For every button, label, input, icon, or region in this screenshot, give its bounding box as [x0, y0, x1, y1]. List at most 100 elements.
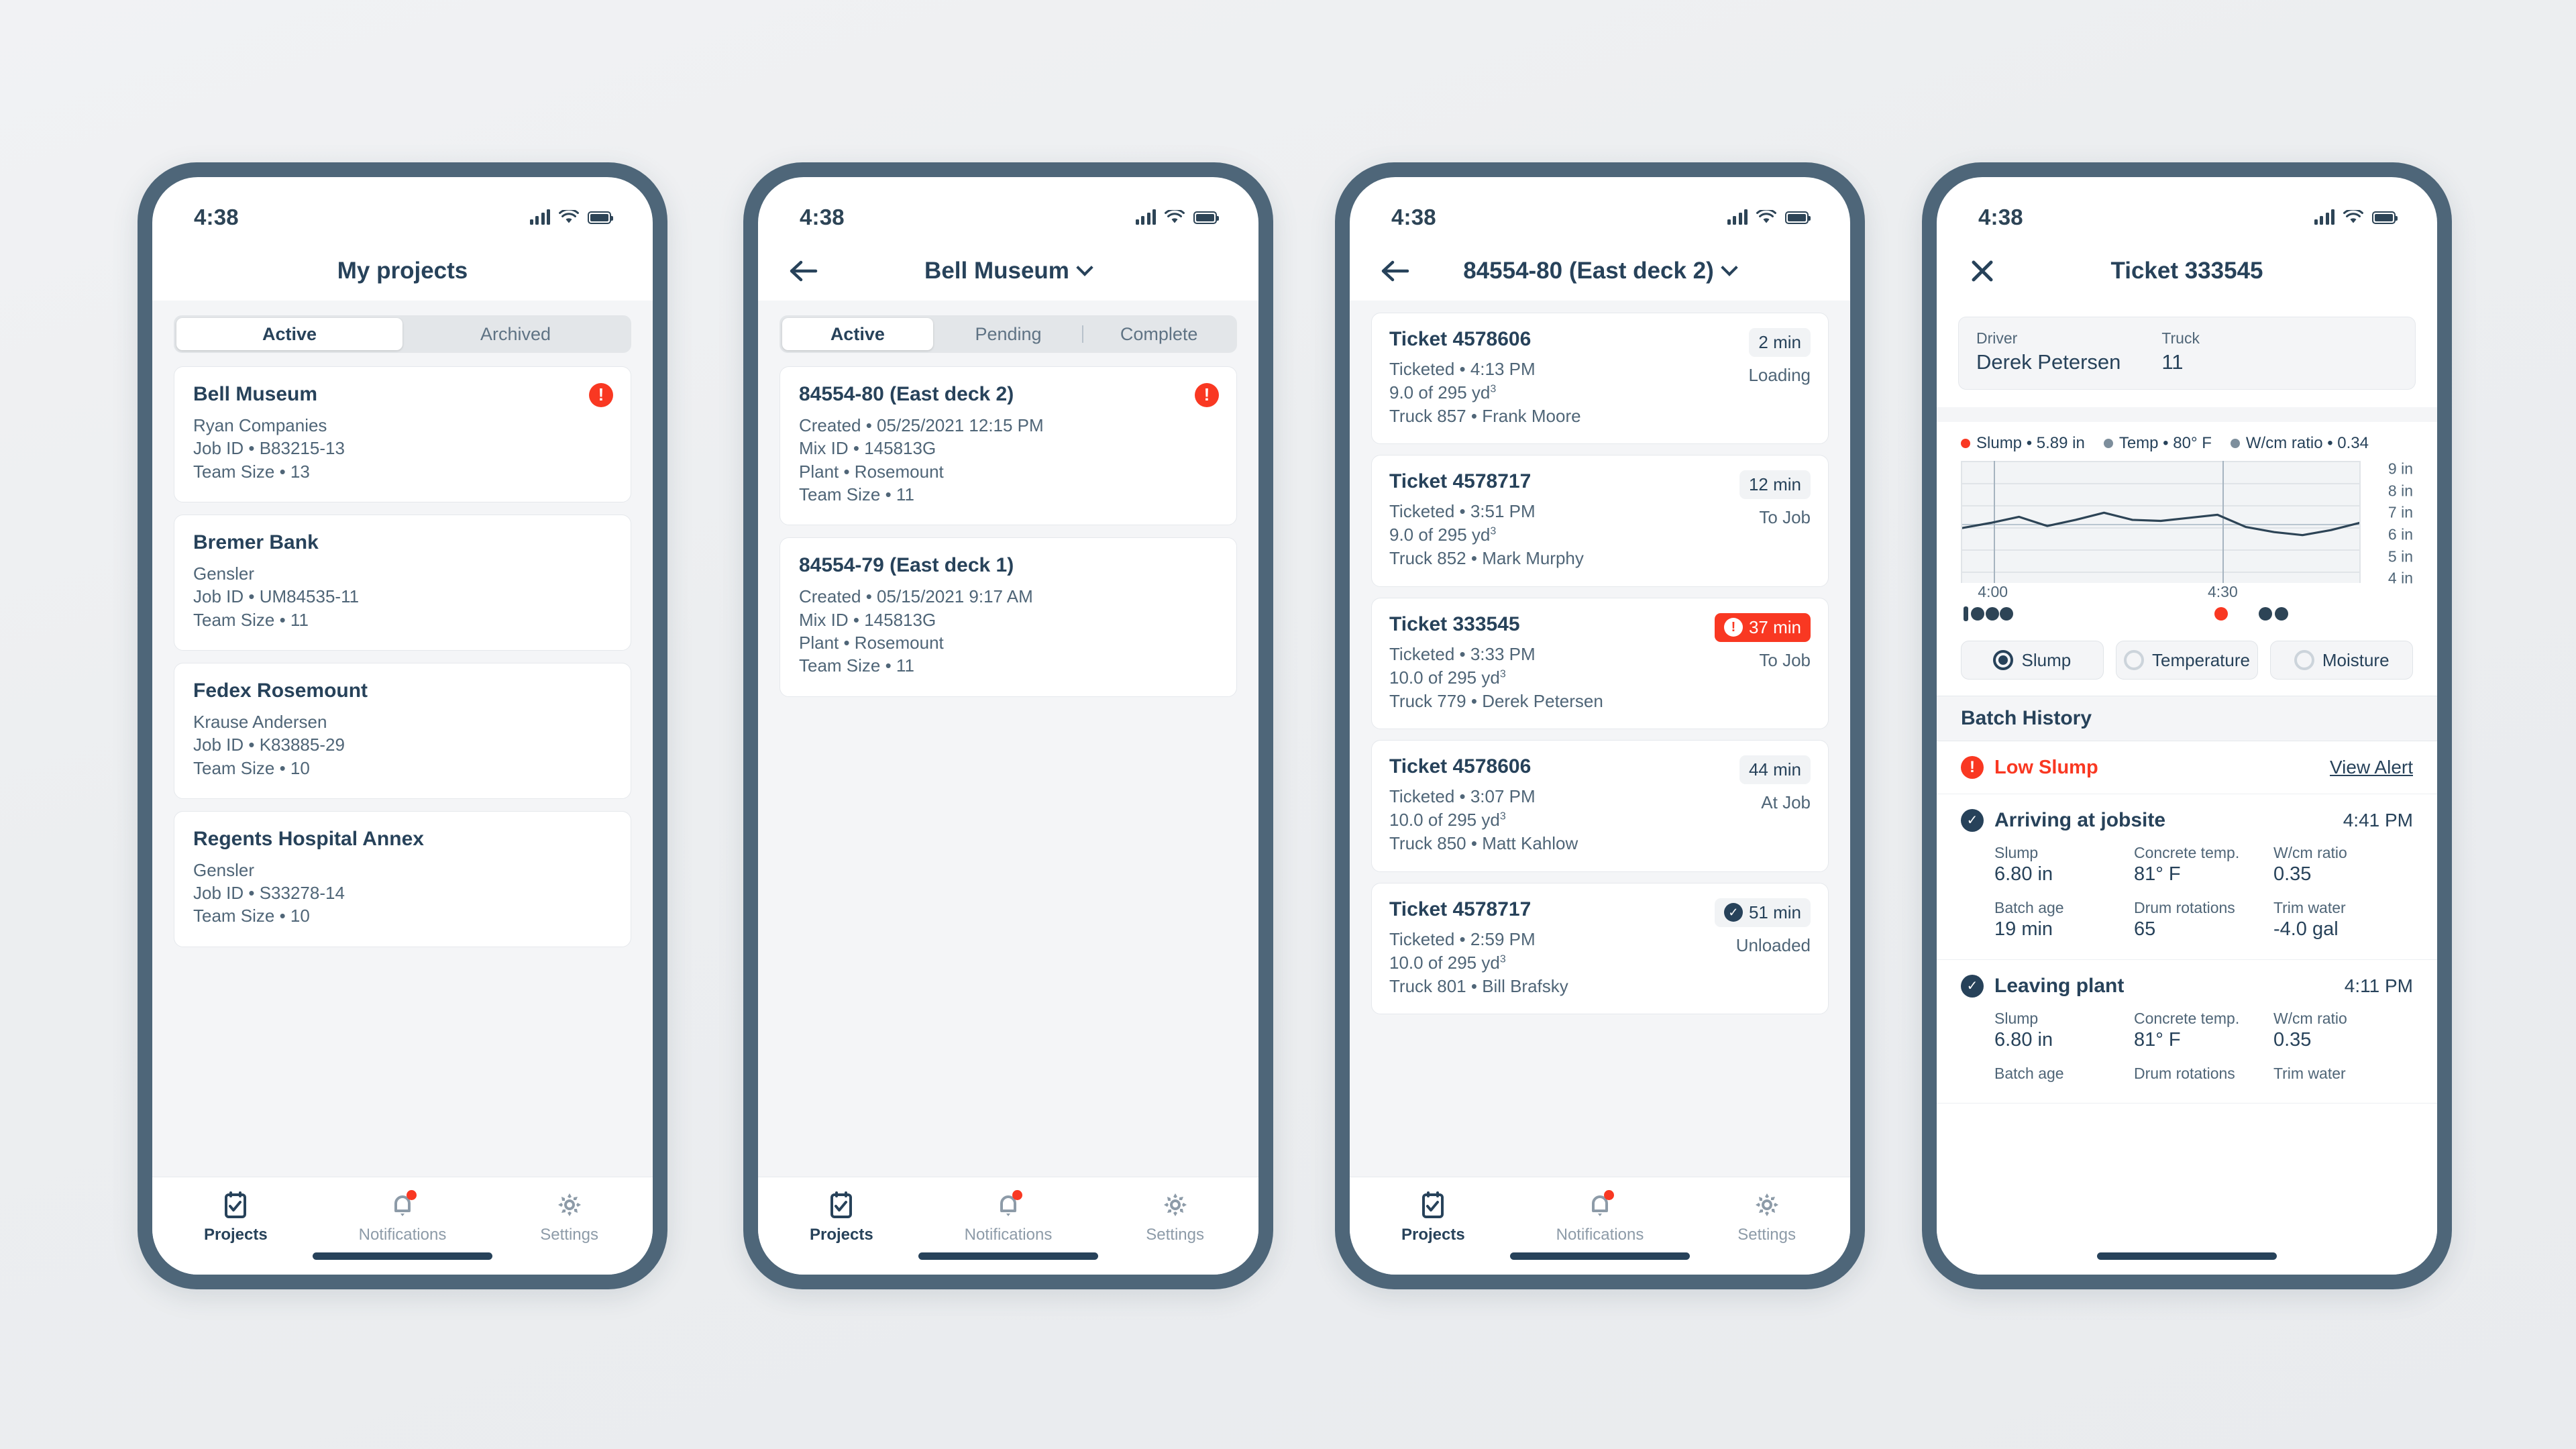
- bottom-tab-bar[interactable]: Projects Notifications Settings: [1350, 1177, 1850, 1275]
- tab-active[interactable]: Active: [176, 318, 402, 350]
- tab-projects[interactable]: Projects: [1366, 1189, 1500, 1244]
- ticket-status: Loading: [1748, 365, 1811, 385]
- project-card[interactable]: Bremer Bank Gensler Job ID • UM84535-11 …: [174, 514, 631, 651]
- tab-settings[interactable]: Settings: [502, 1189, 637, 1244]
- ticket-row[interactable]: Ticket 4578606 Ticketed • 4:13 PM 9.0 of…: [1371, 313, 1829, 445]
- project-company: Gensler: [193, 563, 255, 584]
- notification-badge: [1603, 1190, 1614, 1200]
- tab-notifications[interactable]: Notifications: [1533, 1189, 1667, 1244]
- event-time: 4:41 PM: [2343, 810, 2413, 830]
- legend-item-wcm: W/cm ratio • 0.34: [2230, 434, 2369, 453]
- check-icon: ✓: [1961, 975, 1984, 998]
- ticket-qty: 9.0 of 295 yd3: [1389, 525, 1497, 545]
- metric-selector[interactable]: Slump Temperature Moisture: [1937, 627, 2437, 696]
- page-title-text: Bell Museum: [924, 258, 1069, 284]
- project-card[interactable]: Fedex Rosemount Krause Andersen Job ID •…: [174, 662, 631, 799]
- tab-complete[interactable]: Complete: [1083, 318, 1234, 350]
- battery-icon: [588, 211, 613, 224]
- legend-label: Slump • 5.89 in: [1976, 434, 2085, 452]
- status-time: 4:38: [194, 205, 239, 229]
- project-team-size: Team Size • 10: [193, 757, 310, 778]
- tab-notifications[interactable]: Notifications: [335, 1189, 470, 1244]
- event-title: Arriving at jobsite: [1994, 809, 2166, 831]
- pour-card[interactable]: ! 84554-80 (East deck 2) Created • 05/25…: [780, 366, 1237, 526]
- view-alert-link[interactable]: View Alert: [2330, 757, 2413, 778]
- project-job-id: Job ID • UM84535-11: [193, 586, 360, 607]
- close-icon[interactable]: [1964, 252, 2001, 290]
- page-title-text: 84554-80 (East deck 2): [1463, 258, 1714, 284]
- ticket-row[interactable]: Ticket 4578606 Ticketed • 3:07 PM 10.0 o…: [1371, 740, 1829, 872]
- ticket-row[interactable]: Ticket 333545 Ticketed • 3:33 PM 10.0 of…: [1371, 597, 1829, 730]
- tab-pending[interactable]: Pending: [933, 318, 1084, 350]
- point-marker: [2259, 607, 2273, 621]
- point-marker: [2000, 607, 2014, 621]
- segmented-control-projects[interactable]: Active Archived: [174, 315, 631, 353]
- tab-label: Notifications: [964, 1226, 1053, 1244]
- radio-icon: [2124, 650, 2145, 670]
- project-list: ! Bell Museum Ryan Companies Job ID • B8…: [152, 353, 653, 947]
- metric-key: Trim water: [2273, 1065, 2346, 1082]
- pour-list: ! 84554-80 (East deck 2) Created • 05/25…: [758, 353, 1258, 697]
- project-card[interactable]: ! Bell Museum Ryan Companies Job ID • B8…: [174, 366, 631, 502]
- tab-archived[interactable]: Archived: [402, 318, 629, 350]
- ticket-title: Ticket 4578717: [1389, 470, 1532, 493]
- tab-settings[interactable]: Settings: [1700, 1189, 1834, 1244]
- pour-team-size: Team Size • 11: [799, 484, 914, 504]
- tab-projects[interactable]: Projects: [168, 1189, 303, 1244]
- ticket-truck-driver: Truck 852 • Mark Murphy: [1389, 548, 1584, 569]
- ticket-title: Ticket 4578606: [1389, 755, 1532, 778]
- y-tick: 9 in: [2387, 460, 2413, 478]
- radio-moisture[interactable]: Moisture: [2270, 641, 2414, 680]
- legend-item-slump: Slump • 5.89 in: [1961, 434, 2085, 453]
- metric-key: Concrete temp.: [2133, 1010, 2240, 1027]
- back-arrow-icon[interactable]: [1377, 252, 1414, 290]
- ticket-qty: 10.0 of 295 yd3: [1389, 952, 1506, 973]
- status-bar: 4:38: [1350, 177, 1850, 241]
- project-job-id: Job ID • K83885-29: [193, 735, 345, 755]
- metric-key: Slump: [1994, 844, 2039, 861]
- tab-notifications[interactable]: Notifications: [941, 1189, 1075, 1244]
- radio-slump[interactable]: Slump: [1961, 641, 2104, 680]
- status-icons: [1135, 209, 1219, 225]
- project-company: Ryan Companies: [193, 415, 327, 435]
- tab-settings[interactable]: Settings: [1108, 1189, 1242, 1244]
- screen-ticket-detail: 4:38 Ticket 333545 Driver Derek Petersen…: [1937, 177, 2437, 1275]
- metric-cell: Trim water: [2273, 1065, 2413, 1084]
- metric-key: Batch age: [1994, 1065, 2064, 1082]
- tab-active[interactable]: Active: [782, 318, 933, 350]
- project-card[interactable]: Regents Hospital Annex Gensler Job ID • …: [174, 810, 631, 947]
- pour-mix-id: Mix ID • 145813G: [799, 438, 936, 459]
- y-tick: 4 in: [2387, 569, 2413, 587]
- phone-frame-pours: 4:38 Bell Museum Active Pending Complete…: [743, 162, 1273, 1289]
- ticket-row[interactable]: Ticket 4578717 Ticketed • 3:51 PM 9.0 of…: [1371, 455, 1829, 587]
- metric-cell: Batch age: [1994, 1065, 2134, 1084]
- bottom-tab-bar[interactable]: Projects Notifications Settings: [152, 1177, 653, 1275]
- back-arrow-icon[interactable]: [785, 252, 822, 290]
- truck-label: Truck: [2161, 329, 2200, 347]
- cellular-signal-icon: [529, 209, 550, 225]
- ticket-row[interactable]: Ticket 4578717 Ticketed • 2:59 PM 10.0 o…: [1371, 882, 1829, 1015]
- metric-cell: Trim water -4.0 gal: [2273, 899, 2413, 941]
- clipboard-check-icon: [826, 1189, 857, 1220]
- bottom-tab-bar[interactable]: Projects Notifications Settings: [758, 1177, 1258, 1275]
- legend-dot-icon: [2103, 439, 2113, 448]
- pour-plant: Plant • Rosemount: [799, 632, 944, 653]
- tab-projects[interactable]: Projects: [774, 1189, 908, 1244]
- metric-cell: W/cm ratio 0.35: [2273, 1010, 2413, 1051]
- radio-temperature[interactable]: Temperature: [2115, 641, 2259, 680]
- segmented-control-pours[interactable]: Active Pending Complete: [780, 315, 1237, 353]
- ticket-ticketed: Ticketed • 3:51 PM: [1389, 501, 1536, 522]
- ticket-title: Ticket 4578606: [1389, 328, 1532, 350]
- metric-key: W/cm ratio: [2273, 844, 2347, 861]
- metric-key: Drum rotations: [2133, 1065, 2235, 1082]
- gear-icon: [1160, 1189, 1191, 1220]
- ticket-qty: 10.0 of 295 yd3: [1389, 667, 1506, 688]
- ticket-status: At Job: [1761, 792, 1811, 813]
- pour-card[interactable]: 84554-79 (East deck 1) Created • 05/15/2…: [780, 537, 1237, 697]
- tab-label: Projects: [203, 1226, 268, 1244]
- ticket-truck-driver: Truck 779 • Derek Petersen: [1389, 690, 1603, 711]
- ticket-qty: 10.0 of 295 yd3: [1389, 810, 1506, 830]
- project-team-size: Team Size • 13: [193, 461, 310, 482]
- low-slump-alert-row[interactable]: ! Low Slump View Alert: [1937, 741, 2437, 794]
- ticket-status: To Job: [1759, 649, 1811, 670]
